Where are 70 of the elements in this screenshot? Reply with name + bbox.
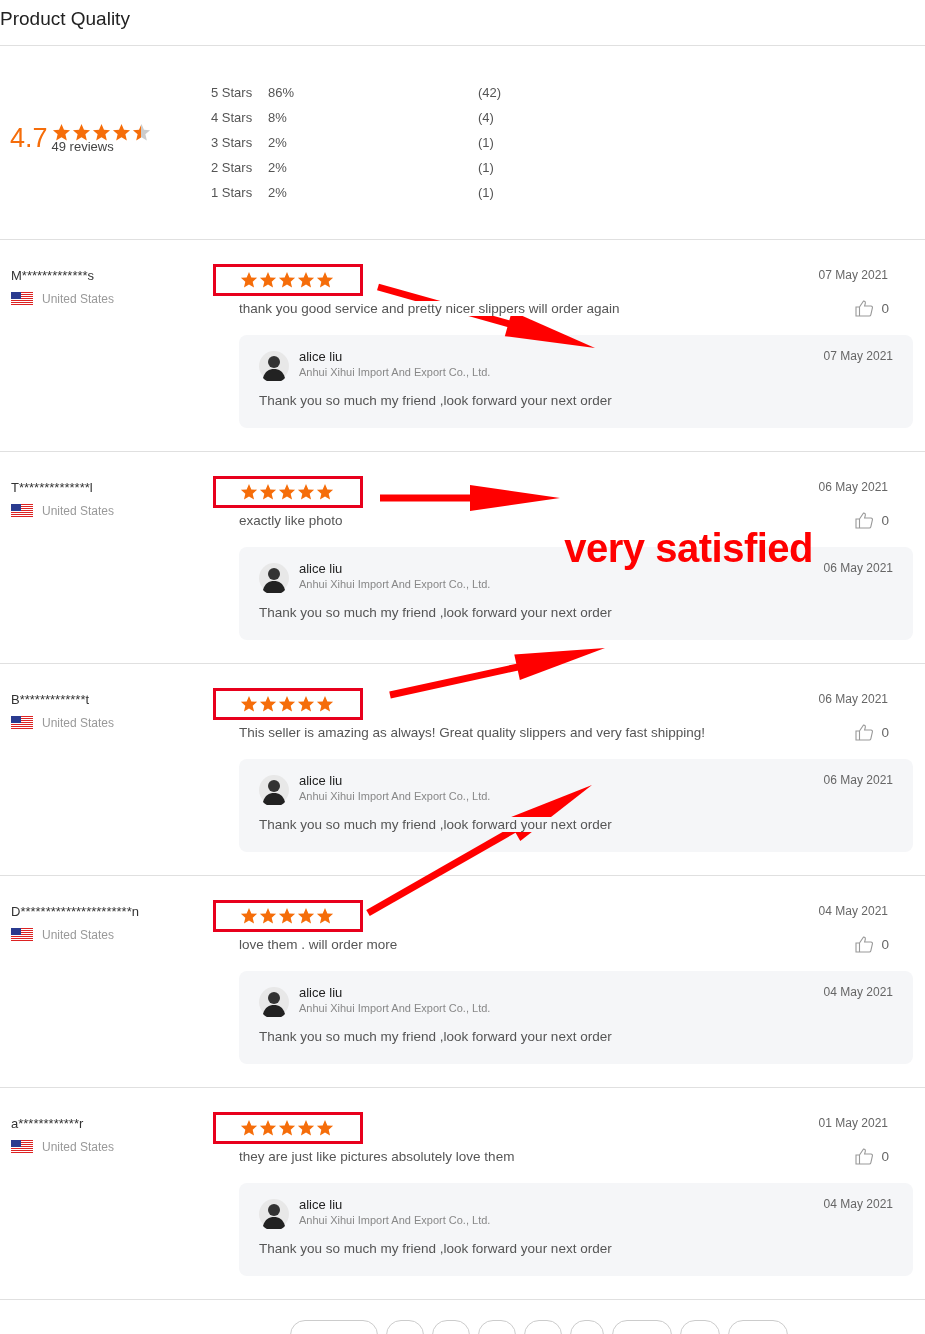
flag-icon <box>11 1140 33 1154</box>
reply-date: 04 May 2021 <box>823 1197 893 1211</box>
flag-icon <box>11 716 33 730</box>
reply-text: Thank you so much my friend ,look forward your next order <box>259 1029 612 1044</box>
star-level-label: 5 Stars <box>211 85 254 100</box>
annotation-caption: very satisfied <box>564 526 813 570</box>
reply-text: Thank you so much my friend ,look forward your next order <box>259 817 612 832</box>
section-title: Product Quality <box>0 0 925 46</box>
reviewer-country: United States <box>42 716 115 730</box>
star-level-percent: 2% <box>268 185 288 200</box>
reviewer-name: M*************s <box>11 268 96 283</box>
avatar-icon <box>259 1199 289 1229</box>
star-level-label: 3 Stars <box>211 135 254 150</box>
avatar-icon <box>259 987 289 1017</box>
seller-name: alice liu <box>299 985 344 1000</box>
seller-name: alice liu <box>299 561 344 576</box>
reply-date: 06 May 2021 <box>823 773 893 787</box>
like-button[interactable]: 0 <box>855 299 889 317</box>
star-level-percent: 86% <box>268 85 296 100</box>
star-level-label: 2 Stars <box>211 160 254 175</box>
reviewer-country: United States <box>42 292 115 306</box>
flag-icon <box>11 292 33 306</box>
reply-text: Thank you so much my friend ,look forward your next order <box>259 605 612 620</box>
reply-text: Thank you so much my friend ,look forward your next order <box>259 393 612 408</box>
seller-company: Anhui Xihui Import And Export Co., Ltd. <box>299 578 492 590</box>
avatar-icon <box>259 775 289 805</box>
rating-score: 4.7 <box>10 123 48 153</box>
star-level-label: 4 Stars <box>211 110 254 125</box>
star-level-count: (4) <box>478 110 494 125</box>
avatar-icon <box>259 563 289 593</box>
reply-date: 04 May 2021 <box>823 985 893 999</box>
like-button[interactable]: 0 <box>855 723 889 741</box>
review-text: thank you good service and pretty nicer slippers will order again <box>239 300 620 316</box>
star-level-count: (42) <box>478 85 502 100</box>
seller-company: Anhui Xihui Import And Export Co., Ltd. <box>299 366 492 378</box>
star-level-percent: 2% <box>268 135 288 150</box>
seller-company: Anhui Xihui Import And Export Co., Ltd. <box>299 1214 492 1226</box>
reviewer-name: a************r <box>11 1116 85 1131</box>
like-button[interactable]: 0 <box>855 511 889 529</box>
star-level-count: (1) <box>478 135 494 150</box>
review-date: 06 May 2021 <box>818 692 888 706</box>
seller-company: Anhui Xihui Import And Export Co., Ltd. <box>299 1002 492 1014</box>
star-level-percent: 2% <box>268 160 288 175</box>
review-date: 01 May 2021 <box>818 1116 888 1130</box>
seller-name: alice liu <box>299 1197 344 1212</box>
reviewer-name: D**********************n <box>11 904 140 919</box>
review-date: 06 May 2021 <box>818 480 888 494</box>
avatar-icon <box>259 351 289 381</box>
reviewer-country: United States <box>42 1140 115 1154</box>
star-level-percent: 8% <box>268 110 288 125</box>
flag-icon <box>11 928 33 942</box>
like-button[interactable]: 0 <box>855 935 889 953</box>
star-level-count: (1) <box>478 185 494 200</box>
reply-text: Thank you so much my friend ,look forward your next order <box>259 1241 612 1256</box>
reply-date: 07 May 2021 <box>823 349 893 363</box>
reviewer-country: United States <box>42 504 115 518</box>
reviewer-country: United States <box>42 928 115 942</box>
reviewer-name: B*************t <box>11 692 91 707</box>
review-date: 04 May 2021 <box>818 904 888 918</box>
review-count: 49 reviews <box>51 139 115 154</box>
star-level-label: 1 Stars <box>211 185 254 200</box>
flag-icon <box>11 504 33 518</box>
like-button[interactable]: 0 <box>855 1147 889 1165</box>
reply-date: 06 May 2021 <box>823 561 893 575</box>
review-date: 07 May 2021 <box>818 268 888 282</box>
seller-name: alice liu <box>299 349 344 364</box>
star-level-count: (1) <box>478 160 494 175</box>
reviewer-name: T**************l <box>11 480 94 495</box>
seller-company: Anhui Xihui Import And Export Co., Ltd. <box>299 790 492 802</box>
seller-name: alice liu <box>299 773 344 788</box>
